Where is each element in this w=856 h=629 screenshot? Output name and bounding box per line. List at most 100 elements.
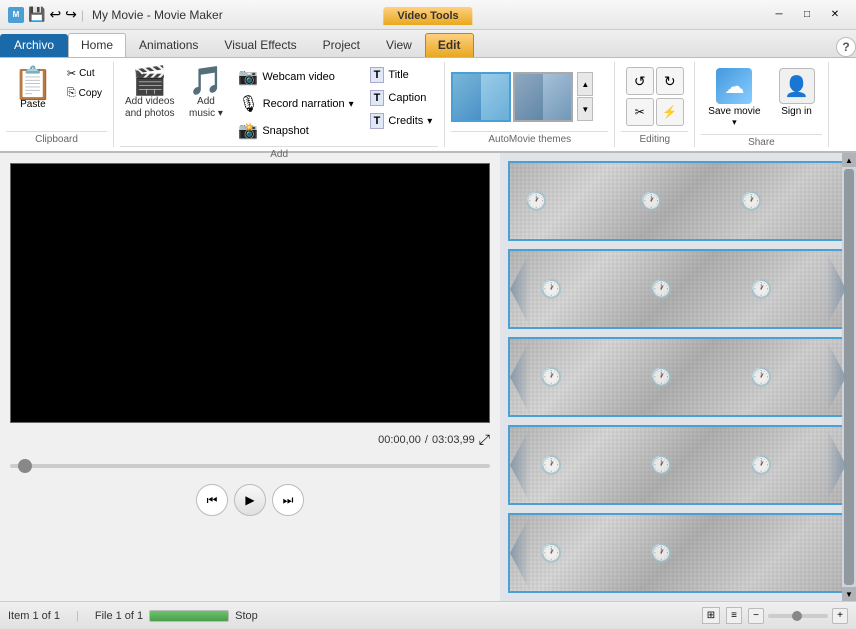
- snapshot-button[interactable]: 📸 Snapshot: [232, 118, 359, 144]
- expand-button[interactable]: ⤢: [479, 431, 490, 448]
- qat-save[interactable]: 💾: [28, 6, 45, 23]
- status-item: Item 1 of 1: [8, 610, 60, 622]
- help-button[interactable]: ?: [836, 37, 856, 57]
- clock-icon-1b: 🕐: [640, 191, 662, 212]
- sign-in-button[interactable]: 👤 Sign in: [772, 64, 822, 121]
- clock-icon-5b: 🕐: [650, 543, 672, 564]
- add-right-col: 📷 Webcam video 🎙 Record narration ▾ 📸 Sn…: [232, 64, 359, 144]
- theme-2[interactable]: [513, 72, 573, 122]
- timeline-strip-3[interactable]: 🕐 🕐 🕐: [508, 337, 848, 417]
- cut-copy-group: ✂ Cut ⎘ Copy: [62, 64, 107, 103]
- prev-button[interactable]: ⏮: [196, 484, 228, 516]
- split-button[interactable]: ⚡: [656, 98, 684, 126]
- webcam-button[interactable]: 📷 Webcam video: [232, 64, 359, 90]
- theme-scroll-down[interactable]: ▼: [577, 97, 593, 121]
- add-videos-button[interactable]: 🎬 Add videosand photos: [120, 64, 180, 123]
- videos-icon: 🎬: [132, 67, 167, 95]
- credits-button[interactable]: T Credits ▾: [364, 110, 439, 132]
- clock-icon-5a: 🕐: [540, 543, 562, 564]
- view-timeline-button[interactable]: ≡: [726, 607, 742, 624]
- save-movie-button[interactable]: ☁ Save movie ▾: [701, 64, 767, 132]
- clock-icon-1c: 🕐: [740, 191, 762, 212]
- tab-project[interactable]: Project: [310, 33, 373, 57]
- rotate-right-button[interactable]: ↻: [656, 67, 684, 95]
- record-narration-button[interactable]: 🎙 Record narration ▾: [232, 91, 359, 117]
- scroll-up-button[interactable]: ▲: [842, 153, 856, 167]
- tab-archivo[interactable]: Archivo: [0, 34, 68, 57]
- caption-button[interactable]: T Caption: [364, 87, 439, 109]
- rotate-left-button[interactable]: ↺: [626, 67, 654, 95]
- zoom-thumb[interactable]: [792, 611, 802, 621]
- share-group: ☁ Save movie ▾ 👤 Sign in Share: [695, 62, 828, 147]
- maximize-button[interactable]: □: [794, 5, 820, 25]
- status-progress-fill: [150, 611, 228, 621]
- save-cloud-icon: ☁: [716, 68, 752, 104]
- qat-undo[interactable]: ↩: [49, 6, 61, 23]
- add-music-button[interactable]: 🎵 Addmusic ▾: [184, 64, 229, 123]
- view-storyboard-button[interactable]: ⊞: [702, 607, 720, 624]
- clock-icon-4c: 🕐: [750, 455, 772, 476]
- timeline-strip-5[interactable]: 🕐 🕐: [508, 513, 848, 593]
- theme-scroll: ▲ ▼: [577, 72, 593, 121]
- tab-animations[interactable]: Animations: [126, 33, 211, 57]
- tab-view[interactable]: View: [373, 33, 425, 57]
- webcam-icon: 📷: [238, 67, 258, 87]
- themes-container: ▲ ▼: [451, 72, 593, 122]
- copy-button[interactable]: ⎘ Copy: [62, 84, 107, 103]
- clock-icon-3a: 🕐: [540, 367, 562, 388]
- editing-group: ↺ ↻ ✂ ⚡ Editing: [615, 62, 695, 147]
- close-button[interactable]: ✕: [822, 5, 848, 25]
- theme-1[interactable]: [451, 72, 511, 122]
- add-group: 🎬 Add videosand photos 🎵 Addmusic ▾ 📷 We…: [114, 62, 445, 147]
- paste-icon: 📋: [13, 67, 53, 99]
- clock-icon-3b: 🕐: [650, 367, 672, 388]
- ribbon-tabs: Archivo Home Animations Visual Effects P…: [0, 30, 856, 58]
- clock-icon-4a: 🕐: [540, 455, 562, 476]
- clock-icon-2a: 🕐: [540, 279, 562, 300]
- paste-button[interactable]: 📋 Paste: [6, 64, 60, 113]
- title-text: My Movie - Movie Maker: [92, 8, 223, 22]
- timeline-strip-4[interactable]: 🕐 🕐 🕐: [508, 425, 848, 505]
- seek-thumb[interactable]: [18, 459, 32, 473]
- window-controls: ─ □ ✕: [766, 5, 848, 25]
- timeline-strip-2[interactable]: 🕐 🕐 🕐: [508, 249, 848, 329]
- timeline-scroll[interactable]: 🕐 🕐 🕐 🕐 🕐 🕐 🕐 🕐 🕐: [500, 153, 856, 601]
- zoom-out-button[interactable]: −: [748, 608, 764, 624]
- scroll-down-button[interactable]: ▼: [842, 587, 856, 601]
- timeline-strip-1[interactable]: 🕐 🕐 🕐: [508, 161, 848, 241]
- snapshot-icon: 📸: [238, 121, 258, 141]
- cut-button[interactable]: ✂ Cut: [62, 64, 107, 83]
- minimize-button[interactable]: ─: [766, 5, 792, 25]
- video-tools-badge: Video Tools: [383, 8, 472, 22]
- strip-texture-1: [510, 163, 846, 239]
- clipboard-group: 📋 Paste ✂ Cut ⎘ Copy Clipboard: [0, 62, 114, 147]
- share-label: Share: [701, 134, 821, 148]
- zoom-slider[interactable]: [768, 614, 828, 618]
- qat-redo[interactable]: ↪: [65, 6, 77, 23]
- zoom-in-button[interactable]: +: [832, 608, 848, 624]
- zoom-controls: − +: [748, 608, 848, 624]
- clock-icon-2c: 🕐: [750, 279, 772, 300]
- status-progress-bar: [149, 610, 229, 622]
- clock-icon-3c: 🕐: [750, 367, 772, 388]
- tab-visual-effects[interactable]: Visual Effects: [211, 33, 309, 57]
- clock-icon-2b: 🕐: [650, 279, 672, 300]
- video-preview: [10, 163, 490, 423]
- trim-button[interactable]: ✂: [626, 98, 654, 126]
- seek-track[interactable]: [10, 464, 490, 468]
- tab-home[interactable]: Home: [68, 33, 126, 57]
- theme-scroll-up[interactable]: ▲: [577, 72, 593, 96]
- tab-edit[interactable]: Edit: [425, 33, 474, 57]
- clipboard-label: Clipboard: [6, 131, 107, 145]
- timeline-panel: 🕐 🕐 🕐 🕐 🕐 🕐 🕐 🕐 🕐: [500, 153, 856, 601]
- seek-bar[interactable]: [10, 456, 490, 476]
- next-button[interactable]: ⏭: [272, 484, 304, 516]
- status-bar: Item 1 of 1 | File 1 of 1 Stop ⊞ ≡ − +: [0, 601, 856, 629]
- person-icon: 👤: [779, 68, 815, 104]
- status-stop: Stop: [235, 610, 258, 622]
- text-tools-col: T Title T Caption T Credits ▾: [364, 64, 439, 132]
- copy-icon: ⎘: [67, 87, 76, 100]
- title-button[interactable]: T Title: [364, 64, 439, 86]
- clock-icon-4b: 🕐: [650, 455, 672, 476]
- play-button[interactable]: ▶: [234, 484, 266, 516]
